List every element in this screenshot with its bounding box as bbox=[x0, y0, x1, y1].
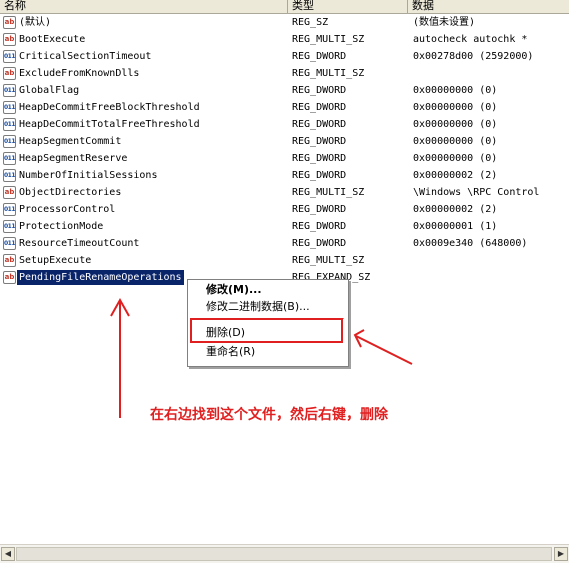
row-data: 0x00000000 (0) bbox=[413, 136, 498, 147]
binary-value-icon: 011 bbox=[3, 118, 16, 131]
row-name: (默认) bbox=[19, 17, 52, 28]
row-name: GlobalFlag bbox=[19, 85, 80, 96]
row-data: 0x00000001 (1) bbox=[413, 221, 498, 232]
row-name: CriticalSectionTimeout bbox=[19, 51, 152, 62]
row-type: REG_DWORD bbox=[292, 153, 347, 164]
menu-item-modify[interactable]: 修改(M)... bbox=[206, 282, 262, 298]
table-row[interactable]: 011 HeapSegmentCommit REG_DWORD 0x00000000 … bbox=[0, 133, 569, 150]
row-data: 0x00278d00 (2592000) bbox=[413, 51, 534, 62]
row-data: 0x00000000 (0) bbox=[413, 119, 498, 130]
table-row[interactable]: 011 HeapDeCommitTotalFreeThreshold REG_DWO… bbox=[0, 116, 569, 133]
row-type: REG_DWORD bbox=[292, 221, 347, 232]
list-header: 名称 类型 数据 bbox=[0, 0, 569, 14]
row-name: HeapSegmentReserve bbox=[19, 153, 128, 164]
table-row[interactable]: 011 ProcessorControl REG_DWORD 0x00000002 (… bbox=[0, 201, 569, 218]
horizontal-scrollbar[interactable]: ◀ ▶ bbox=[0, 544, 569, 563]
string-value-icon: ab bbox=[3, 254, 16, 267]
scroll-left-icon[interactable]: ◀ bbox=[1, 547, 15, 561]
row-data: 0x0009e340 (648000) bbox=[413, 238, 528, 249]
column-header-type[interactable]: 类型 bbox=[288, 0, 408, 13]
row-type: REG_MULTI_SZ bbox=[292, 187, 365, 198]
row-data: 0x00000000 (0) bbox=[413, 153, 498, 164]
table-row[interactable]: ab ObjectDirectories REG_MULTI_SZ \Windows … bbox=[0, 184, 569, 201]
row-name: ExcludeFromKnownDlls bbox=[19, 68, 140, 79]
row-data: 0x00000002 (2) bbox=[413, 204, 498, 215]
row-name: HeapDeCommitTotalFreeThreshold bbox=[19, 119, 200, 130]
string-value-icon: ab bbox=[3, 186, 16, 199]
scrollbar-thumb[interactable] bbox=[16, 547, 552, 561]
row-name: ProcessorControl bbox=[19, 204, 116, 215]
row-type: REG_DWORD bbox=[292, 102, 347, 113]
row-name: NumberOfInitialSessions bbox=[19, 170, 158, 181]
row-type: REG_MULTI_SZ bbox=[292, 34, 365, 45]
table-row[interactable]: ab (默认) REG_SZ (数值未设置) bbox=[0, 14, 569, 31]
delete-highlight-box bbox=[190, 318, 343, 343]
row-name: ObjectDirectories bbox=[19, 187, 122, 198]
row-name: PendingFileRenameOperations bbox=[17, 270, 184, 285]
binary-value-icon: 011 bbox=[3, 237, 16, 250]
row-type: REG_MULTI_SZ bbox=[292, 255, 365, 266]
row-type: REG_MULTI_SZ bbox=[292, 68, 365, 79]
row-name: SetupExecute bbox=[19, 255, 92, 266]
row-type: REG_DWORD bbox=[292, 119, 347, 130]
table-row[interactable]: 011 HeapSegmentReserve REG_DWORD 0x00000000… bbox=[0, 150, 569, 167]
table-row[interactable]: 011 NumberOfInitialSessions REG_DWORD 0x000… bbox=[0, 167, 569, 184]
table-row[interactable]: 011 ResourceTimeoutCount REG_DWORD 0x0009e3… bbox=[0, 235, 569, 252]
row-name: ResourceTimeoutCount bbox=[19, 238, 140, 249]
registry-values-list: ab (默认) REG_SZ (数值未设置) ab BootExecute REG_MULT… bbox=[0, 14, 569, 286]
row-data: 0x00000002 (2) bbox=[413, 170, 498, 181]
row-type: REG_SZ bbox=[292, 17, 329, 28]
binary-value-icon: 011 bbox=[3, 84, 16, 97]
row-name: ProtectionMode bbox=[19, 221, 104, 232]
menu-item-modify-binary[interactable]: 修改二进制数据(B)... bbox=[206, 299, 310, 315]
string-value-icon: ab bbox=[3, 33, 16, 46]
arrow-up-to-item bbox=[110, 297, 130, 418]
binary-value-icon: 011 bbox=[3, 50, 16, 63]
string-value-icon: ab bbox=[3, 16, 16, 29]
row-type: REG_DWORD bbox=[292, 170, 347, 181]
row-data: autocheck autochk * bbox=[413, 34, 528, 45]
table-row[interactable]: 011 CriticalSectionTimeout REG_DWORD 0x0027… bbox=[0, 48, 569, 65]
row-data: (数值未设置) bbox=[413, 17, 476, 28]
arrow-to-delete bbox=[353, 329, 413, 365]
string-value-icon: ab bbox=[3, 271, 16, 284]
row-name: HeapDeCommitFreeBlockThreshold bbox=[19, 102, 200, 113]
binary-value-icon: 011 bbox=[3, 203, 16, 216]
scroll-right-icon[interactable]: ▶ bbox=[554, 547, 568, 561]
table-row[interactable]: 011 ProtectionMode REG_DWORD 0x00000001 (1) bbox=[0, 218, 569, 235]
row-type: REG_DWORD bbox=[292, 238, 347, 249]
instruction-annotation: 在右边找到这个文件，然后右键，删除 bbox=[150, 407, 388, 423]
column-header-data[interactable]: 数据 bbox=[408, 0, 569, 13]
table-row[interactable]: ab SetupExecute REG_MULTI_SZ bbox=[0, 252, 569, 269]
row-data: \Windows \RPC Control bbox=[413, 187, 540, 198]
table-row[interactable]: ab BootExecute REG_MULTI_SZ autocheck autoc… bbox=[0, 31, 569, 48]
table-row[interactable]: 011 GlobalFlag REG_DWORD 0x00000000 (0) bbox=[0, 82, 569, 99]
row-data: 0x00000000 (0) bbox=[413, 85, 498, 96]
menu-item-rename[interactable]: 重命名(R) bbox=[206, 344, 255, 360]
column-header-name[interactable]: 名称 bbox=[0, 0, 288, 13]
table-row[interactable]: 011 HeapDeCommitFreeBlockThreshold REG_DWO… bbox=[0, 99, 569, 116]
binary-value-icon: 011 bbox=[3, 220, 16, 233]
row-name: BootExecute bbox=[19, 34, 86, 45]
binary-value-icon: 011 bbox=[3, 101, 16, 114]
row-name: HeapSegmentCommit bbox=[19, 136, 122, 147]
binary-value-icon: 011 bbox=[3, 169, 16, 182]
table-row[interactable]: ab ExcludeFromKnownDlls REG_MULTI_SZ bbox=[0, 65, 569, 82]
row-type: REG_DWORD bbox=[292, 136, 347, 147]
row-type: REG_DWORD bbox=[292, 51, 347, 62]
binary-value-icon: 011 bbox=[3, 152, 16, 165]
row-data: 0x00000000 (0) bbox=[413, 102, 498, 113]
string-value-icon: ab bbox=[3, 67, 16, 80]
row-type: REG_DWORD bbox=[292, 204, 347, 215]
row-type: REG_DWORD bbox=[292, 85, 347, 96]
binary-value-icon: 011 bbox=[3, 135, 16, 148]
